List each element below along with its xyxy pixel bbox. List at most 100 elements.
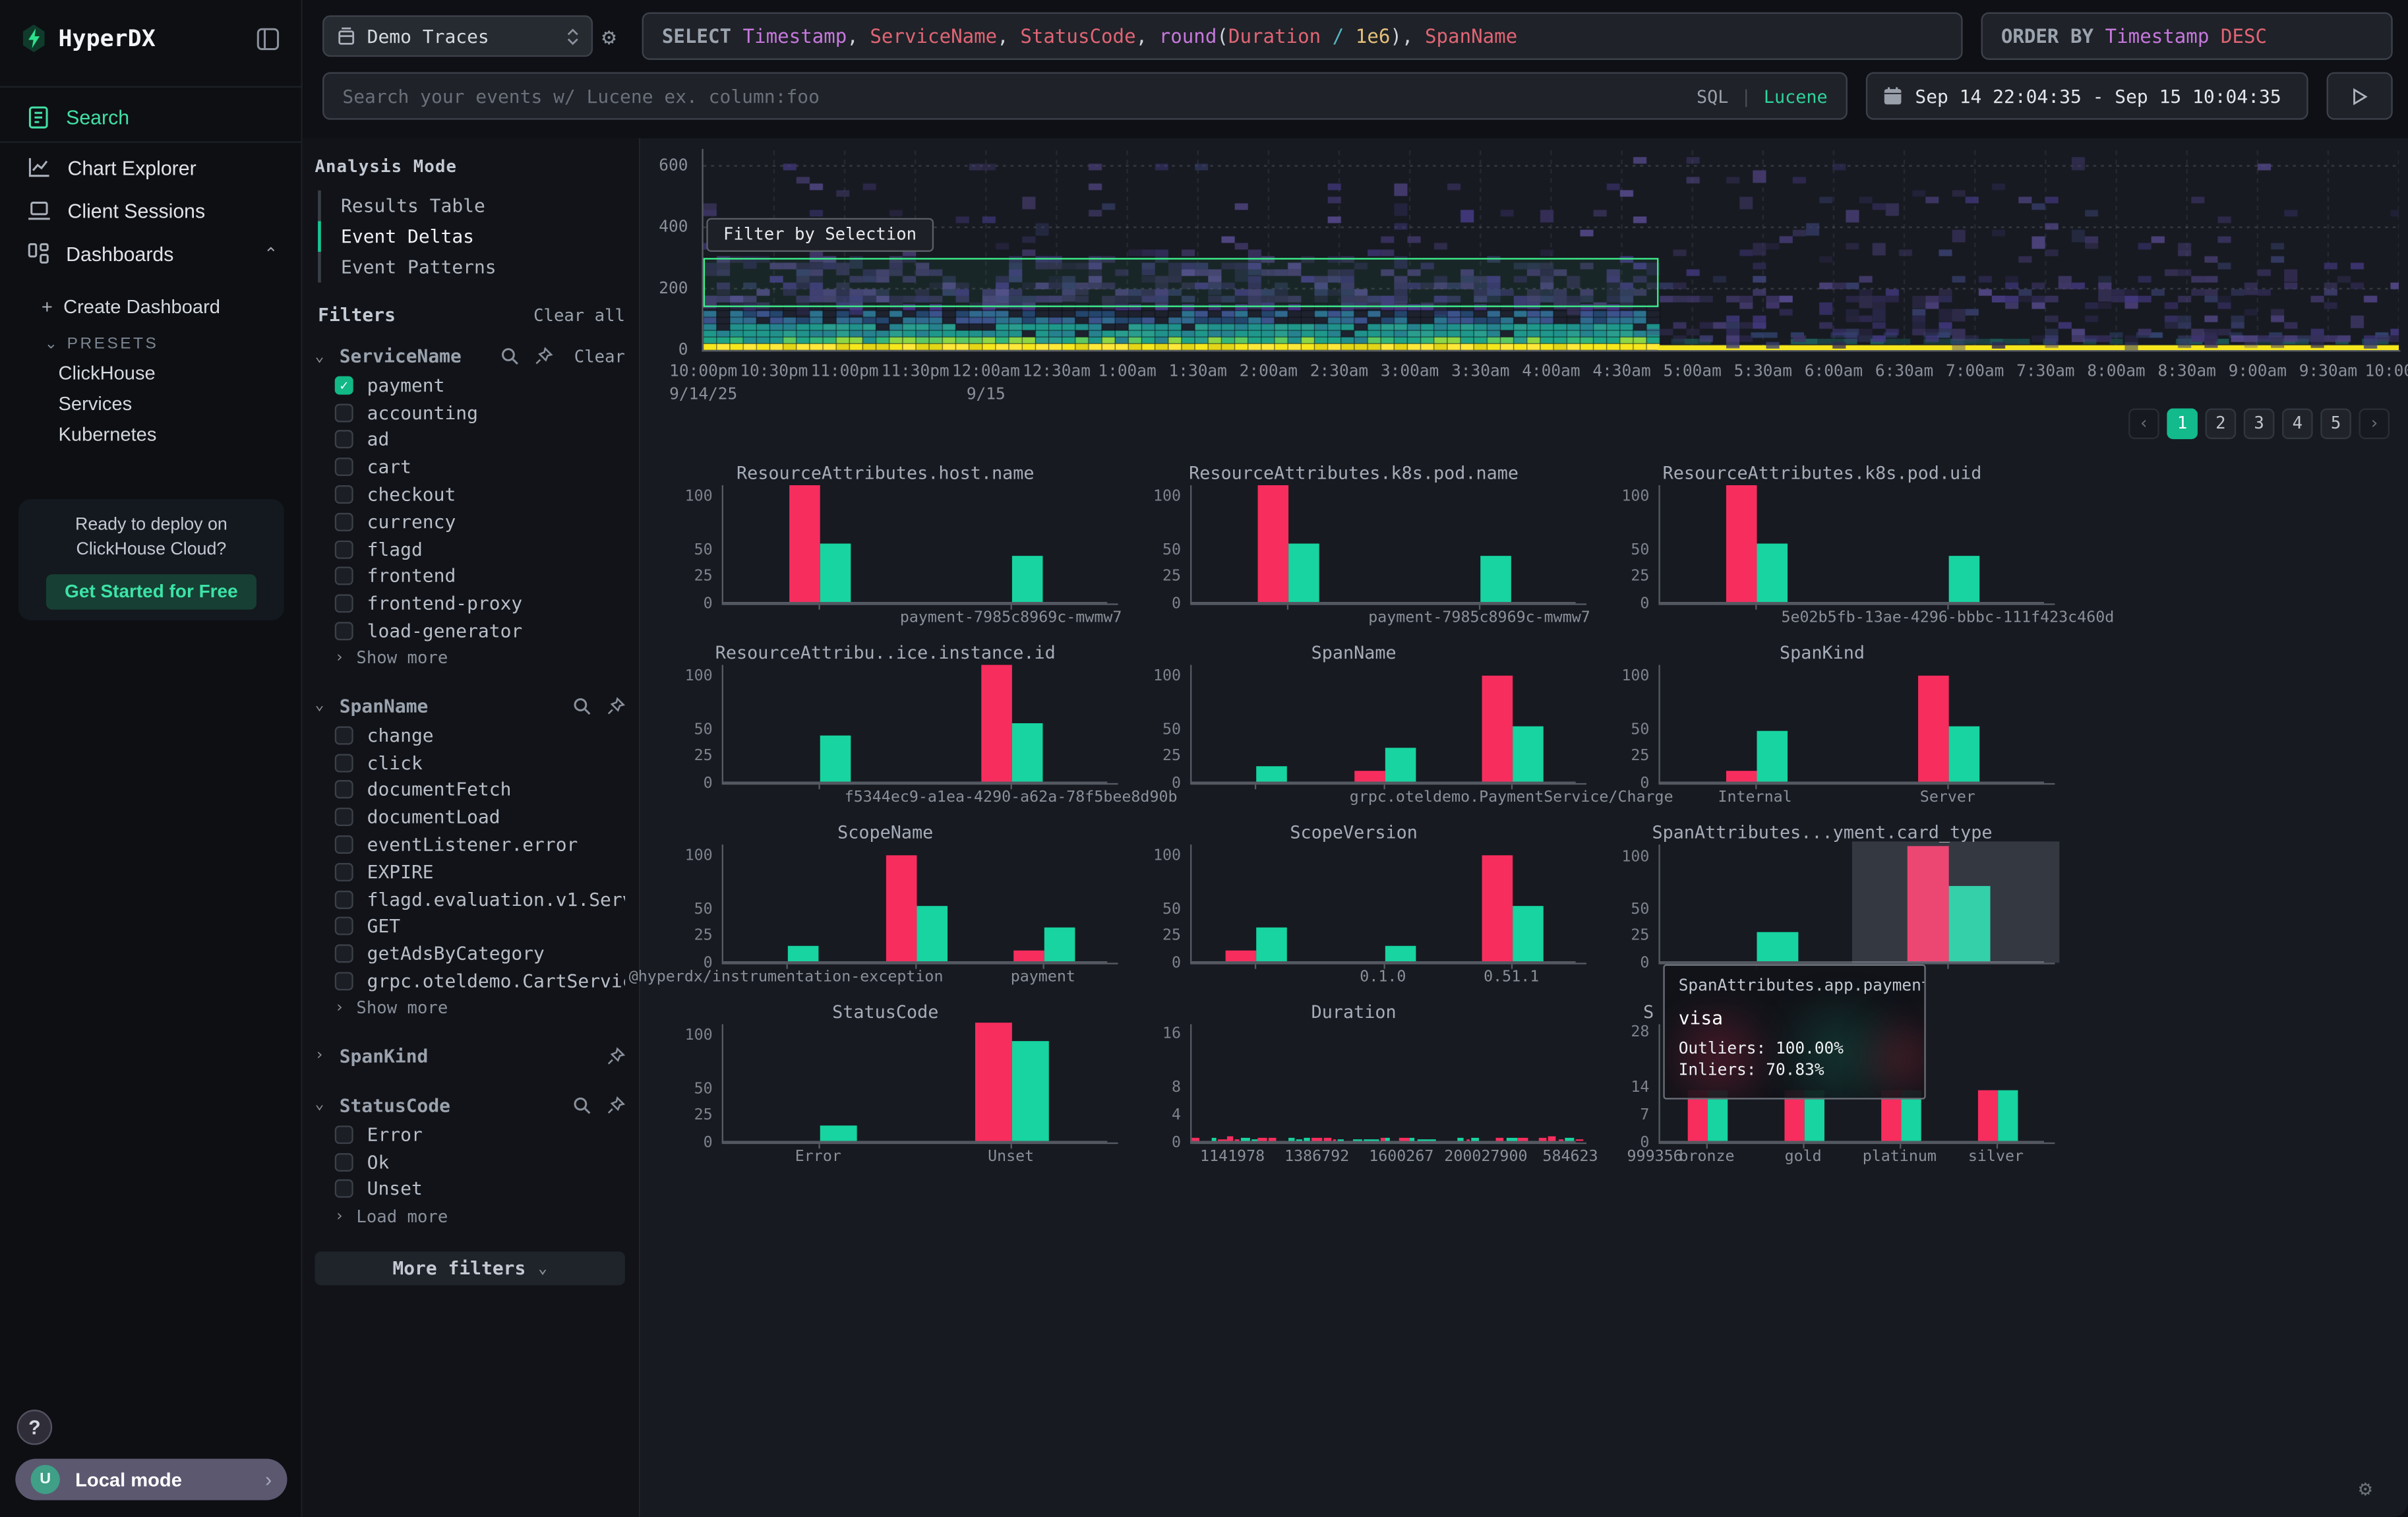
more-filters-button[interactable]: More filters⌄ (315, 1252, 624, 1286)
search-icon[interactable] (500, 347, 519, 365)
live-tail-button[interactable] (2327, 72, 2393, 119)
page-prev-button[interactable]: ‹ (2128, 409, 2159, 440)
preset-services[interactable]: Services (59, 393, 133, 415)
source-settings-gear-icon[interactable]: ⚙ (602, 23, 616, 51)
filter-option-unset[interactable]: Unset (315, 1175, 624, 1203)
outlier-bar[interactable] (886, 856, 917, 961)
mode-lucene[interactable]: Lucene (1764, 85, 1828, 107)
filter-group-header-SpanName[interactable]: ⌄SpanName (315, 691, 624, 722)
clear-filter-button[interactable]: Clear (574, 346, 625, 366)
pin-icon[interactable] (534, 347, 553, 365)
filter-option-click[interactable]: click (315, 749, 624, 776)
inlier-bar[interactable] (787, 946, 818, 961)
date-range-picker[interactable]: Sep 14 22:04:35 - Sep 15 10:04:35 (1866, 72, 2308, 119)
inlier-bar[interactable] (1513, 905, 1544, 961)
checkbox[interactable] (335, 568, 353, 586)
filter-option-get[interactable]: GET (315, 913, 624, 940)
checkbox[interactable] (335, 972, 353, 990)
inlier-bar[interactable] (1012, 556, 1043, 602)
filter-option-ad[interactable]: ad (315, 427, 624, 454)
outlier-bar[interactable] (1726, 771, 1757, 781)
chart-duration[interactable]: Duration04816114197813867921600267200027… (1120, 999, 1588, 1179)
page-5-button[interactable]: 5 (2320, 409, 2351, 440)
filter-option-eventlistener-error[interactable]: eventListener.error (315, 831, 624, 858)
page-2-button[interactable]: 2 (2206, 409, 2237, 440)
outlier-bar[interactable] (1354, 771, 1385, 781)
inlier-bar[interactable] (1481, 556, 1512, 602)
filter-group-header-ServiceName[interactable]: ⌄ServiceNameClear (315, 341, 624, 372)
inlier-bar[interactable] (1949, 726, 1980, 782)
checkbox[interactable] (335, 485, 353, 504)
inlier-bar[interactable] (1012, 723, 1043, 782)
checkbox-checked[interactable]: ✓ (335, 376, 353, 394)
chart-resourceattribu-ice-instance-id[interactable]: ResourceAttribu..ice.instance.id02550100… (651, 640, 1120, 820)
checkbox[interactable] (335, 1152, 353, 1171)
outlier-bar[interactable] (1014, 951, 1045, 961)
filter-option-documentfetch[interactable]: documentFetch (315, 777, 624, 804)
chart-resourceattributes-k8s-pod-uid[interactable]: ResourceAttributes.k8s.pod.uid025501005e… (1588, 461, 2056, 641)
filter-group-header-StatusCode[interactable]: ⌄StatusCode (315, 1090, 624, 1121)
load-more-button[interactable]: ›Load more (315, 1203, 624, 1230)
inlier-bar[interactable] (1757, 731, 1788, 782)
heatmap-selection-box[interactable] (704, 258, 1658, 307)
preset-kubernetes[interactable]: Kubernetes (59, 424, 157, 446)
inlier-bar[interactable] (1256, 927, 1287, 961)
outlier-bar[interactable] (1919, 676, 1950, 782)
analysis-mode-event-patterns[interactable]: Event Patterns (318, 252, 625, 283)
checkbox[interactable] (335, 945, 353, 963)
checkbox[interactable] (335, 458, 353, 477)
preset-clickhouse[interactable]: ClickHouse (59, 363, 156, 384)
settings-gear-icon[interactable]: ⚙ (2359, 1477, 2372, 1502)
chart-resourceattributes-host-name[interactable]: ResourceAttributes.host.name02550100paym… (651, 461, 1120, 641)
inlier-bar[interactable] (916, 905, 947, 961)
filter-option-frontend-proxy[interactable]: frontend-proxy (315, 590, 624, 617)
checkbox[interactable] (335, 917, 353, 936)
outlier-bar[interactable] (789, 486, 820, 602)
pin-icon[interactable] (607, 1047, 625, 1065)
search-icon[interactable] (573, 1096, 591, 1115)
sidebar-collapse-icon[interactable] (256, 28, 280, 51)
checkbox[interactable] (335, 540, 353, 558)
presets-toggle[interactable]: ⌄ PRESETS (45, 332, 159, 353)
outlier-bar[interactable] (1726, 486, 1757, 602)
checkbox[interactable] (335, 890, 353, 908)
inlier-bar[interactable] (1949, 556, 1980, 602)
sql-select-input[interactable]: SELECT Timestamp, ServiceName, StatusCod… (642, 13, 1963, 60)
checkbox[interactable] (335, 403, 353, 422)
checkbox[interactable] (335, 754, 353, 772)
filter-option-cart[interactable]: cart (315, 454, 624, 481)
checkbox[interactable] (335, 863, 353, 881)
inlier-bar[interactable] (1256, 767, 1287, 782)
filter-option-currency[interactable]: currency (315, 508, 624, 535)
show-more-button[interactable]: ›Show more (315, 995, 624, 1023)
inlier-bar[interactable] (1513, 726, 1544, 782)
sidebar-item-search[interactable]: Search (0, 95, 303, 138)
filter-group-header-SpanKind[interactable]: ›SpanKind (315, 1041, 624, 1072)
page-1-button[interactable]: 1 (2167, 409, 2198, 440)
inlier-bar[interactable] (1044, 927, 1075, 961)
checkbox[interactable] (335, 1125, 353, 1144)
page-3-button[interactable]: 3 (2244, 409, 2275, 440)
search-input[interactable] (342, 85, 1684, 107)
filter-option-expire[interactable]: EXPIRE (315, 858, 624, 885)
inlier-bar[interactable] (1385, 747, 1416, 781)
chart-scopename[interactable]: ScopeName02550100@hyperdx/instrumentatio… (651, 820, 1120, 1000)
checkbox[interactable] (335, 726, 353, 744)
filter-option-grpc-oteldemo-cartservic-[interactable]: grpc.oteldemo.CartServic… (315, 968, 624, 995)
traces-heatmap[interactable] (704, 150, 2399, 350)
show-more-button[interactable]: ›Show more (315, 645, 624, 672)
clear-all-button[interactable]: Clear all (533, 305, 625, 324)
chart-statuscode[interactable]: StatusCode02550100ErrorUnset (651, 999, 1120, 1179)
order-by-input[interactable]: ORDER BY Timestamp DESC (1981, 13, 2393, 60)
filter-option-accounting[interactable]: accounting (315, 399, 624, 426)
filter-option-flagd[interactable]: flagd (315, 535, 624, 562)
pin-icon[interactable] (607, 697, 625, 715)
user-menu[interactable]: U Local mode › (15, 1459, 287, 1501)
filter-option-change[interactable]: change (315, 722, 624, 749)
analysis-mode-results-table[interactable]: Results Table (318, 191, 625, 222)
search-icon[interactable] (573, 697, 591, 715)
page-4-button[interactable]: 4 (2282, 409, 2313, 440)
filter-by-selection-button[interactable]: Filter by Selection (706, 218, 933, 252)
checkbox[interactable] (335, 431, 353, 449)
mode-sql[interactable]: SQL (1697, 85, 1728, 107)
